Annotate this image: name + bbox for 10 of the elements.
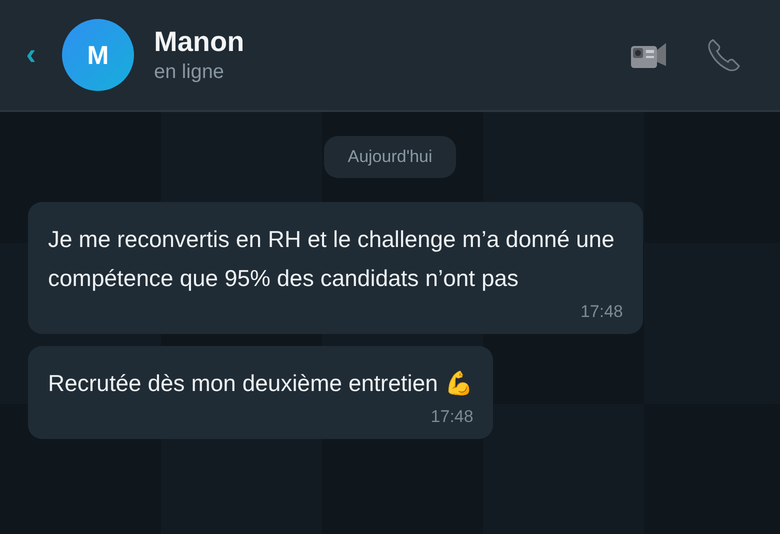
- message-text: Recrutée dès mon deuxième entretien 💪: [48, 369, 474, 398]
- message-time: 17:48: [430, 407, 474, 427]
- message-time: 17:48: [580, 302, 623, 322]
- date-separator: Aujourd'hui: [324, 136, 456, 178]
- contact-status: en ligne: [154, 60, 226, 85]
- avatar: M: [62, 19, 134, 91]
- message-text: Je me reconvertis en RH et le challenge m’a donné une compétence que 95% des candidats n’ont pas: [48, 225, 616, 293]
- back-button[interactable]: ‹: [22, 40, 40, 70]
- phone-icon[interactable]: [706, 37, 742, 73]
- contact-name: Manon: [154, 25, 246, 59]
